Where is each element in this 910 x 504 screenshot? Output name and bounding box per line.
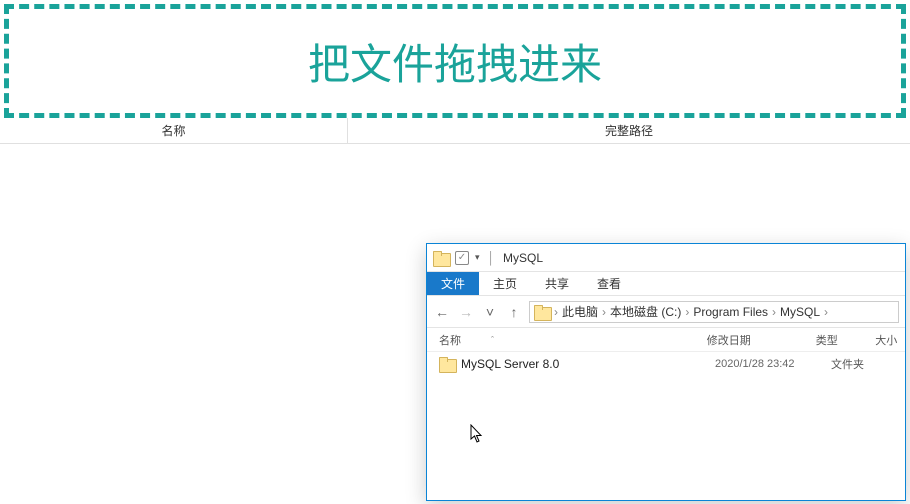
address-bar[interactable]: › 此电脑 › 本地磁盘 (C:) › Program Files › MySQ… [529, 301, 899, 323]
list-body[interactable]: MySQL Server 8.0 2020/1/28 23:42 文件夹 [427, 352, 905, 500]
ribbon-tab-share[interactable]: 共享 [531, 272, 583, 295]
nav-row: ← → ˅ ↑ › 此电脑 › 本地磁盘 (C:) › Program File… [427, 296, 905, 328]
nav-back-icon[interactable]: ← [433, 304, 451, 320]
ribbon-tab-home[interactable]: 主页 [479, 272, 531, 295]
breadcrumb[interactable]: 此电脑 [562, 303, 598, 320]
chevron-down-icon[interactable]: ▾ [475, 252, 480, 263]
chevron-right-icon: › [772, 305, 776, 319]
file-name: MySQL Server 8.0 [461, 357, 709, 371]
list-header-name-label: 名称 [439, 332, 461, 348]
list-header-date[interactable]: 修改日期 [707, 332, 816, 348]
breadcrumb[interactable]: 本地磁盘 (C:) [610, 303, 681, 320]
title-separator: │ [488, 251, 496, 265]
nav-history-dropdown-icon[interactable]: ˅ [481, 304, 499, 320]
column-path[interactable]: 完整路径 [348, 118, 910, 143]
titlebar[interactable]: ✓ ▾ │ MySQL [427, 244, 905, 272]
ribbon-tab-view[interactable]: 查看 [583, 272, 635, 295]
ribbon-tab-file[interactable]: 文件 [427, 272, 479, 295]
chevron-right-icon: › [685, 305, 689, 319]
list-header-size[interactable]: 大小 [875, 332, 905, 348]
sort-indicator-icon: ˆ [491, 335, 494, 345]
list-header-type[interactable]: 类型 [816, 332, 875, 348]
chevron-right-icon: › [554, 305, 558, 319]
chevron-right-icon: › [824, 305, 828, 319]
folder-icon [534, 305, 550, 319]
list-header: 名称 ˆ 修改日期 类型 大小 [427, 328, 905, 352]
ribbon: 文件 主页 共享 查看 [427, 272, 905, 296]
main-column-header: 名称 完整路径 [0, 118, 910, 144]
chevron-right-icon: › [602, 305, 606, 319]
column-name[interactable]: 名称 [0, 118, 348, 143]
quick-access-toolbar: ✓ ▾ [433, 251, 480, 265]
dropzone[interactable]: 把文件拖拽进来 [4, 4, 906, 118]
explorer-window[interactable]: ✓ ▾ │ MySQL 文件 主页 共享 查看 ← → ˅ ↑ › 此电脑 › … [426, 243, 906, 501]
nav-up-icon[interactable]: ↑ [505, 304, 523, 320]
nav-forward-icon[interactable]: → [457, 304, 475, 320]
folder-icon [433, 251, 449, 265]
dropzone-label: 把文件拖拽进来 [308, 31, 602, 92]
file-date: 2020/1/28 23:42 [715, 358, 825, 370]
window-title: MySQL [503, 251, 543, 265]
properties-icon[interactable]: ✓ [455, 251, 469, 265]
breadcrumb[interactable]: Program Files [693, 305, 768, 319]
list-header-name[interactable]: 名称 ˆ [439, 332, 707, 348]
list-item[interactable]: MySQL Server 8.0 2020/1/28 23:42 文件夹 [427, 352, 905, 376]
folder-icon [439, 357, 455, 371]
breadcrumb[interactable]: MySQL [780, 305, 820, 319]
file-type: 文件夹 [831, 356, 891, 372]
